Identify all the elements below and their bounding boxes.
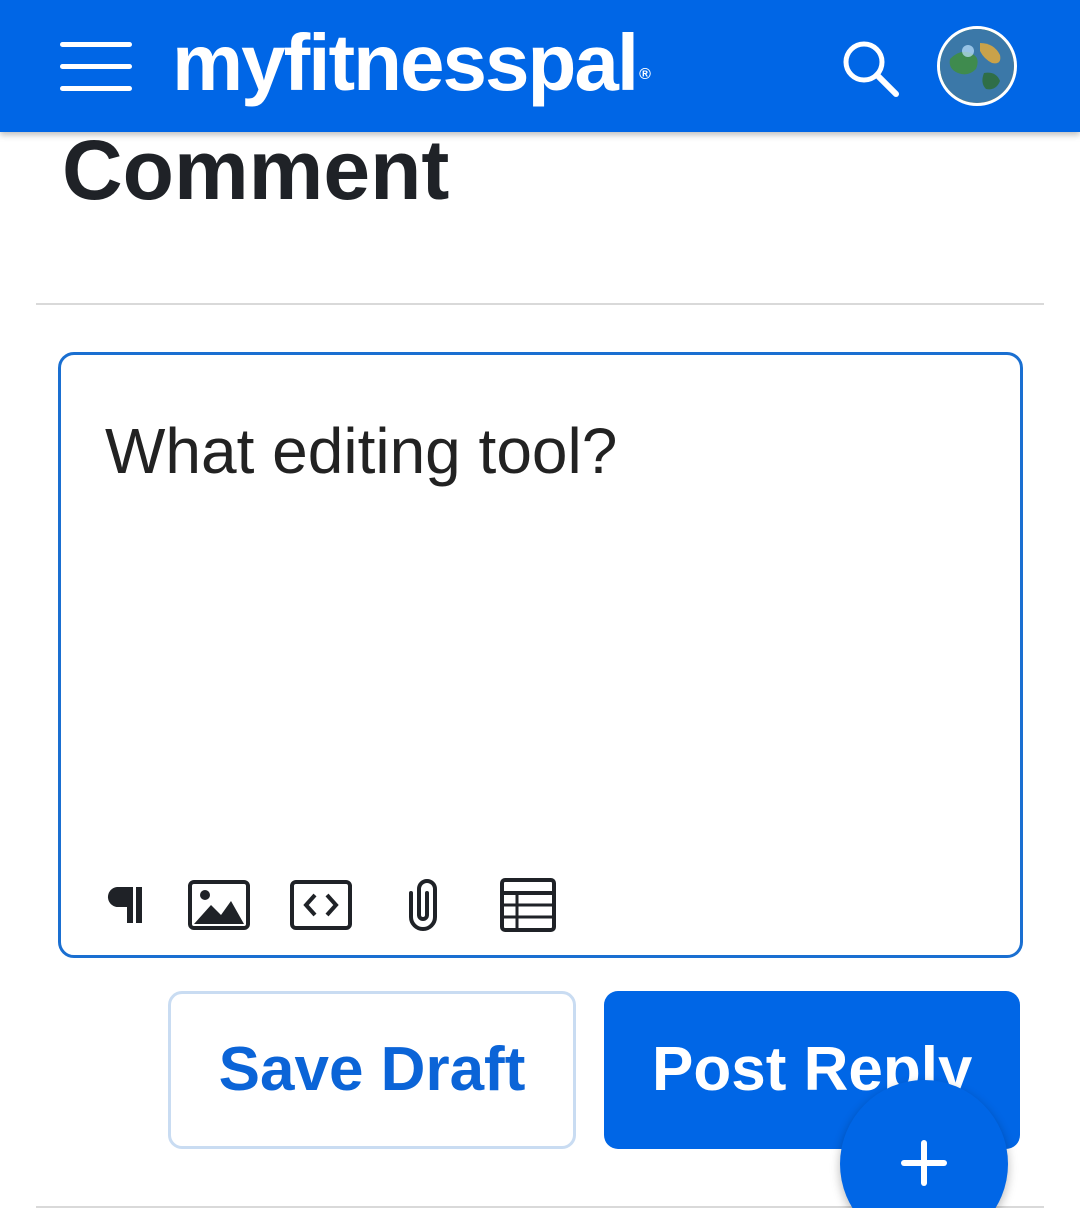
section-divider: [36, 303, 1044, 305]
brand-logo[interactable]: myfitnesspal ®: [172, 18, 651, 108]
page-title: Comment: [62, 123, 450, 217]
paperclip-icon[interactable]: [391, 873, 455, 937]
registered-mark: ®: [639, 66, 651, 83]
brand-name: myfitnesspal: [172, 18, 639, 107]
table-icon[interactable]: [497, 873, 561, 937]
top-navigation-bar: myfitnesspal ®: [0, 0, 1080, 132]
code-icon[interactable]: [289, 873, 353, 937]
hamburger-menu-icon[interactable]: [58, 38, 134, 96]
image-icon[interactable]: [187, 873, 251, 937]
user-avatar[interactable]: [937, 26, 1017, 106]
comment-textarea[interactable]: What editing tool?: [105, 411, 965, 491]
comment-editor[interactable]: What editing tool?: [58, 352, 1023, 958]
search-icon[interactable]: [838, 36, 902, 100]
pilcrow-icon[interactable]: [97, 873, 161, 937]
save-draft-button[interactable]: Save Draft: [168, 991, 576, 1149]
comment-page: myfitnesspal ® Comment What editing tool?: [0, 0, 1080, 1208]
